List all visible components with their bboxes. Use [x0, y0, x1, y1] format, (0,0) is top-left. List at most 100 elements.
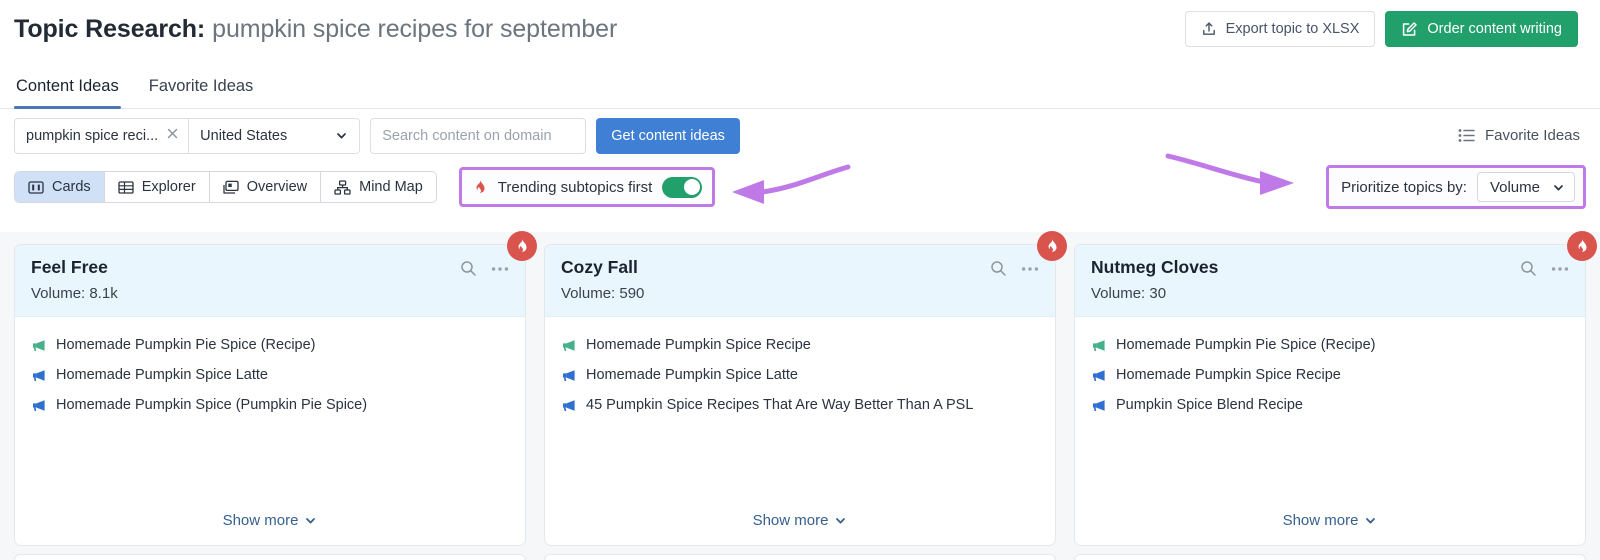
card-volume: Volume: 8.1k: [31, 285, 118, 302]
keyword-chip[interactable]: pumpkin spice reci...: [15, 118, 190, 153]
trending-subtopics-control[interactable]: Trending subtopics first: [462, 170, 713, 204]
list-item-label: Homemade Pumpkin Spice Recipe: [586, 337, 811, 353]
card-ideas-list: Homemade Pumpkin Pie Spice (Recipe) Home…: [1075, 317, 1585, 502]
tab-content-ideas[interactable]: Content Ideas: [14, 77, 121, 109]
toggle-knob: [683, 179, 700, 195]
more-options-icon[interactable]: [1551, 266, 1569, 272]
list-item[interactable]: Homemade Pumpkin Spice Recipe: [561, 337, 1039, 353]
list-item-label: Homemade Pumpkin Spice Recipe: [1116, 367, 1341, 383]
chevron-down-icon: [335, 129, 348, 142]
card-title: Cozy Fall: [561, 257, 638, 277]
topic-card-partial[interactable]: [1074, 554, 1586, 560]
page-title-keyword: pumpkin spice recipes for september: [212, 14, 618, 43]
prioritize-topics-control: Prioritize topics by: Volume: [1329, 168, 1583, 206]
overview-icon: [223, 180, 239, 195]
list-item[interactable]: Pumpkin Spice Blend Recipe: [1091, 397, 1569, 413]
list-item-label: Homemade Pumpkin Pie Spice (Recipe): [56, 337, 316, 353]
more-options-icon[interactable]: [1021, 266, 1039, 272]
view-mode-cards-label: Cards: [52, 179, 91, 195]
page-title-prefix: Topic Research:: [14, 14, 206, 43]
megaphone-icon: [1091, 399, 1106, 412]
view-toolbar: Cards Explorer Overview Mind Map Trendin…: [0, 153, 1600, 212]
topic-card[interactable]: Nutmeg Cloves Volume: 30 Homemade Pumpki…: [1074, 231, 1597, 546]
chevron-down-icon: [1552, 181, 1565, 194]
search-icon[interactable]: [1520, 260, 1537, 277]
next-row-cards-hint: [14, 554, 1586, 560]
list-item[interactable]: Homemade Pumpkin Spice (Pumpkin Pie Spic…: [31, 397, 509, 413]
favorite-ideas-link[interactable]: Favorite Ideas: [1458, 127, 1586, 144]
clear-keyword-icon[interactable]: [166, 127, 179, 144]
trending-subtopics-label: Trending subtopics first: [497, 178, 653, 196]
chevron-down-icon: [1364, 514, 1377, 527]
list-item[interactable]: 45 Pumpkin Spice Recipes That Are Way Be…: [561, 397, 1039, 413]
megaphone-icon: [561, 399, 576, 412]
prioritize-topics-highlight: Prioritize topics by: Volume: [1326, 165, 1586, 209]
get-content-ideas-button[interactable]: Get content ideas: [596, 117, 740, 154]
topic-card[interactable]: Cozy Fall Volume: 590 Homemade Pumpkin S…: [544, 231, 1067, 546]
list-item-label: Pumpkin Spice Blend Recipe: [1116, 397, 1303, 413]
chevron-down-icon: [834, 514, 847, 527]
search-icon[interactable]: [990, 260, 1007, 277]
card-ideas-list: Homemade Pumpkin Spice Recipe Homemade P…: [545, 317, 1055, 502]
view-mode-explorer[interactable]: Explorer: [105, 172, 210, 202]
export-topic-label: Export topic to XLSX: [1225, 21, 1360, 37]
header-actions: Export topic to XLSX Order content writi…: [1184, 11, 1578, 47]
country-select-value: United States: [200, 127, 288, 144]
list-icon: [1458, 128, 1475, 143]
view-mode-cards[interactable]: Cards: [15, 172, 105, 202]
tab-favorite-ideas[interactable]: Favorite Ideas: [147, 77, 256, 108]
topic-card[interactable]: Feel Free Volume: 8.1k Homemade Pumpkin …: [14, 231, 537, 546]
view-mode-mind-map[interactable]: Mind Map: [321, 172, 436, 202]
annotation-arrow-left: [732, 164, 851, 204]
flame-icon: [472, 179, 488, 196]
trending-subtopics-toggle[interactable]: [662, 176, 703, 198]
order-content-writing-label: Order content writing: [1427, 21, 1562, 37]
list-item-label: Homemade Pumpkin Spice Latte: [586, 367, 798, 383]
topic-card-partial[interactable]: [544, 554, 1056, 560]
page-header: Topic Research: pumpkin spice recipes for…: [0, 0, 1600, 58]
list-item-label: Homemade Pumpkin Pie Spice (Recipe): [1116, 337, 1376, 353]
card-volume: Volume: 30: [1091, 285, 1167, 302]
view-mode-segmented-control: Cards Explorer Overview Mind Map: [14, 171, 437, 203]
list-item[interactable]: Homemade Pumpkin Pie Spice (Recipe): [1091, 337, 1569, 353]
search-icon[interactable]: [460, 260, 477, 277]
prioritize-topics-value: Volume: [1489, 178, 1540, 196]
show-more-label: Show more: [1282, 512, 1359, 529]
cards-icon: [28, 180, 44, 195]
show-more-button[interactable]: Show more: [545, 502, 1055, 545]
prioritize-topics-select[interactable]: Volume: [1476, 172, 1575, 202]
show-more-label: Show more: [222, 512, 299, 529]
table-icon: [118, 180, 134, 195]
list-item[interactable]: Homemade Pumpkin Spice Latte: [31, 367, 509, 383]
page-title: Topic Research: pumpkin spice recipes for…: [14, 15, 617, 44]
view-mode-overview[interactable]: Overview: [210, 172, 322, 202]
export-topic-button[interactable]: Export topic to XLSX: [1184, 11, 1376, 47]
favorite-ideas-label: Favorite Ideas: [1484, 127, 1580, 144]
more-options-icon[interactable]: [491, 266, 509, 272]
keyword-chip-label: pumpkin spice reci...: [26, 127, 159, 144]
list-item[interactable]: Homemade Pumpkin Spice Recipe: [1091, 367, 1569, 383]
keyword-country-group: pumpkin spice reci... United States: [14, 117, 361, 154]
show-more-button[interactable]: Show more: [1075, 502, 1585, 545]
megaphone-icon: [561, 339, 576, 352]
topic-card-partial[interactable]: [14, 554, 526, 560]
search-content-on-domain-input[interactable]: [370, 117, 587, 154]
view-mode-mind-map-label: Mind Map: [359, 179, 423, 195]
upload-icon: [1201, 21, 1217, 37]
trending-subtopics-highlight: Trending subtopics first: [458, 167, 716, 207]
country-select[interactable]: United States: [189, 119, 359, 153]
view-mode-overview-label: Overview: [246, 179, 308, 195]
card-ideas-list: Homemade Pumpkin Pie Spice (Recipe) Home…: [15, 317, 525, 502]
trending-badge-icon: [1567, 231, 1597, 261]
megaphone-icon: [561, 369, 576, 382]
list-item[interactable]: Homemade Pumpkin Spice Latte: [561, 367, 1039, 383]
list-item[interactable]: Homemade Pumpkin Pie Spice (Recipe): [31, 337, 509, 353]
card-title: Feel Free: [31, 257, 108, 277]
megaphone-icon: [1091, 369, 1106, 382]
tab-bar: Content Ideas Favorite Ideas: [0, 58, 1600, 109]
trending-badge-icon: [1037, 231, 1067, 261]
order-content-writing-button[interactable]: Order content writing: [1385, 11, 1578, 47]
chevron-down-icon: [304, 514, 317, 527]
show-more-button[interactable]: Show more: [15, 502, 525, 545]
megaphone-icon: [31, 399, 46, 412]
